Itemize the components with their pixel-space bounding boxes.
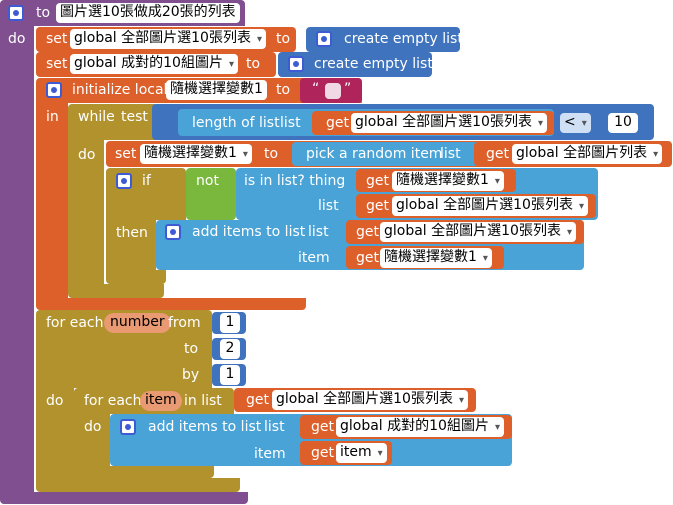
gear-icon[interactable] [116, 173, 132, 189]
in-list-label: in list [184, 393, 222, 409]
get-label: get [311, 445, 334, 461]
by-value-field[interactable]: 1 [220, 365, 240, 385]
string-open-quote: “ [312, 81, 320, 97]
get-list-var-dropdown[interactable]: global 全部圖片列表 [512, 144, 663, 164]
gear-icon[interactable] [316, 31, 332, 47]
get-var-dropdown[interactable]: 隨機選擇變數1 [392, 171, 504, 191]
for-each-item-bottom [74, 466, 214, 478]
get-var-dropdown[interactable]: item [336, 443, 387, 463]
set3-var-dropdown[interactable]: 隨機選擇變數1 [140, 144, 252, 164]
add-items-label: add items to list [192, 224, 306, 240]
procedure-left-bar [0, 26, 34, 494]
add-items-label: add items to list [148, 419, 262, 435]
gear-icon[interactable] [165, 224, 181, 240]
get-var-dropdown[interactable]: global 全部圖片選10張列表 [351, 113, 547, 133]
create-empty-list-label: create empty list [344, 31, 463, 47]
gear-icon[interactable] [288, 56, 304, 72]
get-label: get [311, 419, 334, 435]
initialize-local-left-bar [36, 103, 68, 305]
gear-icon[interactable] [8, 5, 24, 21]
set3-to-label: to [264, 146, 279, 162]
add-items-item-label: item [254, 446, 286, 462]
get-var-dropdown[interactable]: global 全部圖片選10張列表 [392, 196, 588, 216]
string-value-field[interactable] [325, 83, 341, 99]
get-label: get [246, 392, 269, 408]
get-var-dropdown[interactable]: global 全部圖片選10張列表 [272, 390, 468, 410]
string-close-quote: ” [344, 81, 352, 97]
pick-list-label: list [440, 146, 461, 162]
to-label: to [184, 341, 199, 357]
while-do-label: do [78, 147, 96, 163]
if-label: if [142, 173, 151, 189]
procedure-to-label: to [36, 5, 51, 21]
local-var-name-field[interactable]: 隨機選擇變數1 [166, 80, 267, 100]
not-label: not [196, 173, 219, 189]
procedure-do-label: do [8, 31, 26, 47]
initialize-local-bottom [36, 298, 306, 310]
for-each-label: for each [46, 315, 104, 331]
get-label: get [486, 146, 509, 162]
procedure-bottom [0, 492, 248, 504]
add-items-list-label: list [308, 224, 329, 240]
initialize-local-label: initialize local [72, 82, 168, 98]
from-value-field[interactable]: 1 [220, 313, 240, 333]
get-var-dropdown[interactable]: 隨機選擇變數1 [380, 248, 492, 268]
for-each-do-label: do [46, 393, 64, 409]
length-list-label: list [280, 115, 301, 131]
set1-var-dropdown[interactable]: global 全部圖片選10張列表 [70, 29, 266, 49]
pick-random-item-label: pick a random item [306, 146, 443, 162]
get-label: get [366, 173, 389, 189]
number-10-field[interactable]: 10 [608, 113, 638, 133]
procedure-name-field[interactable]: 圖片選10張做成20張的列表 [56, 3, 240, 23]
by-label: by [182, 367, 200, 383]
if-bottom [106, 270, 166, 284]
get-label: get [356, 250, 379, 266]
add-items-list-label: list [264, 419, 285, 435]
while-label: while [78, 109, 115, 125]
from-label: from [168, 315, 201, 331]
create-empty-list-label: create empty list [314, 56, 433, 72]
get-label: get [356, 224, 379, 240]
init-to-label: to [276, 82, 291, 98]
is-in-list-thing-label: is in list? thing [244, 173, 346, 189]
compare-operator-dropdown[interactable]: < [560, 113, 591, 133]
get-var-dropdown[interactable]: global 成對的10組圖片 [336, 417, 504, 437]
while-test-label: test [121, 109, 148, 125]
gear-icon[interactable] [46, 82, 62, 98]
length-of-list-label: length of list [192, 115, 280, 131]
while-bottom [68, 284, 164, 298]
for-each-number-bottom [36, 478, 240, 492]
gear-icon[interactable] [120, 419, 136, 435]
then-label: then [116, 225, 148, 241]
to-value-field[interactable]: 2 [220, 339, 240, 359]
set-label: set [46, 31, 68, 47]
get-label: get [366, 198, 389, 214]
for-each-label: for each [84, 393, 142, 409]
is-in-list-list-label: list [318, 198, 339, 214]
loop-var-number-field[interactable]: number [104, 313, 171, 333]
set-label: set [46, 56, 68, 72]
set1-to-label: to [276, 31, 291, 47]
get-var-dropdown[interactable]: global 全部圖片選10張列表 [380, 222, 576, 242]
loop-var-item-field[interactable]: item [140, 391, 182, 411]
add-items-item-label: item [298, 250, 330, 266]
get-label: get [326, 115, 349, 131]
for-each-item-do-label: do [84, 419, 102, 435]
init-in-label: in [46, 109, 59, 125]
set2-var-dropdown[interactable]: global 成對的10組圖片 [70, 54, 238, 74]
set2-to-label: to [246, 56, 261, 72]
set-label: set [115, 146, 137, 162]
